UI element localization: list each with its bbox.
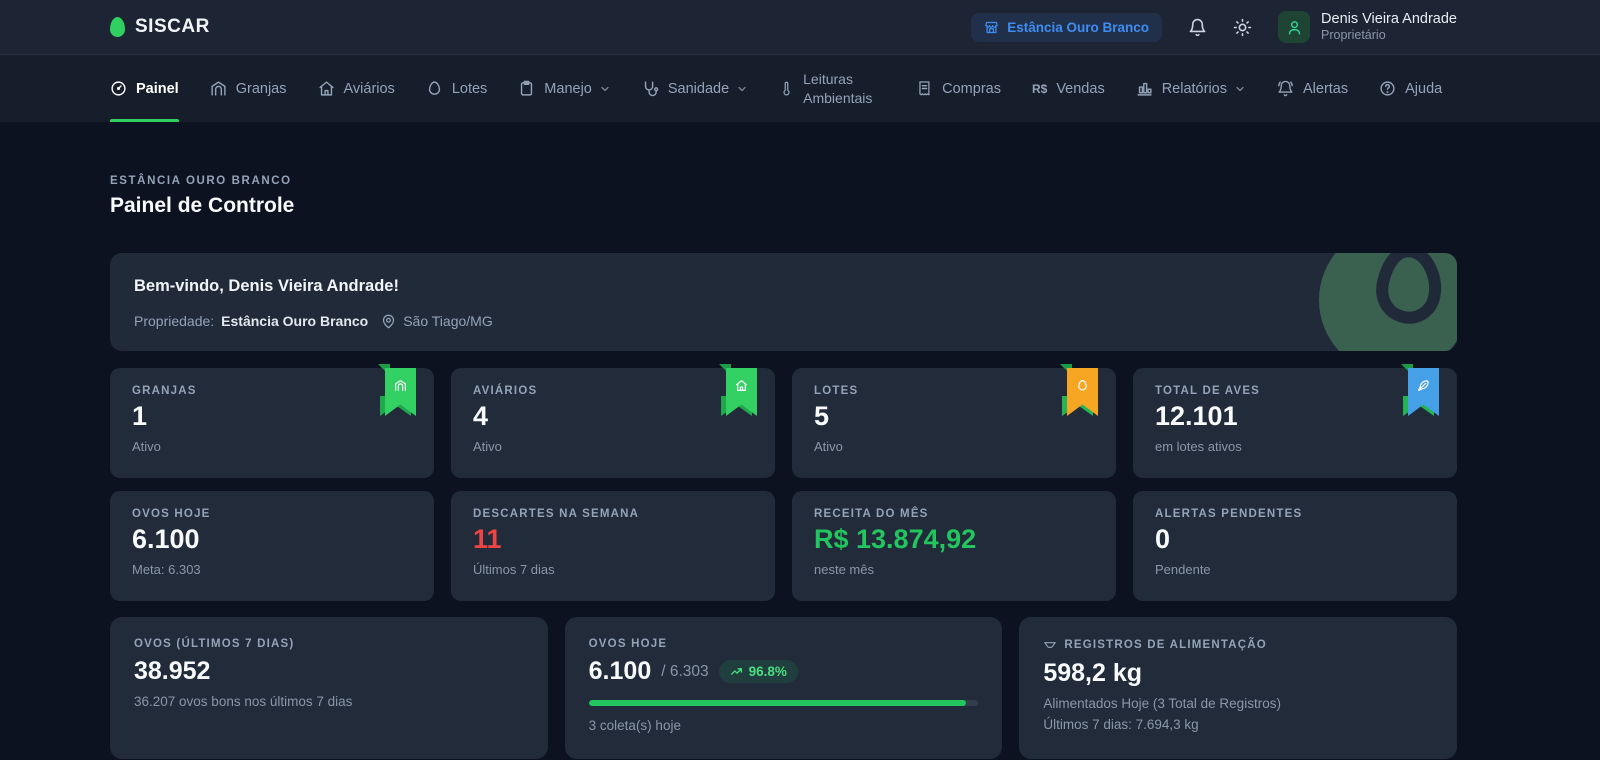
stat-card-descartes: DESCARTES NA SEMANA 11 Últimos 7 dias — [451, 491, 775, 601]
thermometer-icon — [779, 80, 794, 97]
coletas-text: 3 coleta(s) hoje — [588, 718, 681, 733]
welcome-greeting: Bem-vindo, Denis Vieira Andrade! — [134, 277, 399, 295]
stat-card-alertas-pendentes: ALERTAS PENDENTES 0 Pendente — [1133, 491, 1457, 601]
page-title: Painel de Controle — [110, 194, 295, 217]
clipboard-icon — [518, 80, 535, 97]
receipt-icon — [916, 80, 933, 97]
stats-row-1: GRANJAS 1 Ativo AVIÁRIOS 4 Ativo LOTES 5… — [110, 364, 1457, 478]
progress-bar — [588, 700, 979, 706]
help-circle-icon — [1379, 80, 1396, 97]
nav-item-ajuda[interactable]: Ajuda — [1379, 55, 1442, 122]
stat-card-lotes: LOTES 5 Ativo — [792, 364, 1116, 478]
nav-item-granjas[interactable]: Granjas — [210, 55, 287, 122]
summary-card-ovos-7-dias: OVOS (ÚLTIMOS 7 DIAS) 38.952 36.207 ovos… — [110, 617, 548, 759]
warehouse-icon — [210, 80, 227, 97]
feed-bowl-icon — [1043, 638, 1057, 652]
stat-card-aviarios: AVIÁRIOS 4 Ativo — [451, 364, 775, 478]
summary-card-ovos-hoje: OVOS HOJE 6.100 / 6.303 96.8% 3 coleta(s… — [564, 617, 1003, 759]
store-icon — [984, 20, 999, 35]
brand-name: SISCAR — [135, 16, 210, 37]
stat-card-ovos-hoje: OVOS HOJE 6.100 Meta: 6.303 — [110, 491, 434, 601]
egg-icon — [426, 80, 443, 97]
property-location: São Tiago/MG — [403, 313, 493, 329]
currency-rs-icon: R$ — [1031, 81, 1048, 96]
warehouse-icon — [385, 368, 416, 416]
stat-card-granjas: GRANJAS 1 Ativo — [110, 364, 434, 478]
farm-eyebrow: ESTÂNCIA OURO BRANCO — [110, 175, 292, 187]
chevron-down-icon — [599, 83, 611, 95]
trending-up-icon — [730, 665, 743, 678]
user-role: Proprietário — [1321, 28, 1386, 43]
map-pin-icon — [381, 314, 396, 329]
ribbon-badge — [378, 362, 416, 416]
stats-row-2: OVOS HOJE 6.100 Meta: 6.303 DESCARTES NA… — [110, 491, 1457, 601]
feather-icon — [1408, 368, 1439, 416]
stat-card-total-aves: TOTAL DE AVES 12.101 em lotes ativos — [1133, 364, 1457, 478]
egg-logo-icon — [110, 17, 125, 37]
main-nav: Painel Granjas Aviários Lotes Manejo San… — [0, 55, 1600, 122]
brand: SISCAR — [110, 16, 210, 38]
welcome-card: Bem-vindo, Denis Vieira Andrade! Proprie… — [110, 253, 1457, 351]
nav-item-sanidade[interactable]: Sanidade — [642, 55, 748, 122]
top-bar: SISCAR Estância Ouro Branco Denis Vieira… — [0, 0, 1600, 55]
nav-item-vendas[interactable]: R$ Vendas — [1032, 55, 1105, 122]
nav-item-painel[interactable]: Painel — [110, 55, 179, 122]
home-icon — [318, 80, 335, 97]
nav-item-alertas[interactable]: Alertas — [1277, 55, 1348, 122]
home-icon — [726, 368, 757, 416]
egg-icon — [1067, 368, 1098, 416]
nav-item-aviarios[interactable]: Aviários — [318, 55, 395, 122]
property-label: Propriedade: — [134, 313, 215, 329]
bar-chart-icon — [1136, 80, 1153, 97]
nav-item-leituras-ambientais[interactable]: Leituras Ambientais — [779, 55, 885, 122]
gauge-icon — [110, 80, 127, 97]
ribbon-badge — [1060, 362, 1098, 416]
eggs-today-value: 6.100 — [588, 657, 652, 685]
user-menu[interactable]: Denis Vieira Andrade Proprietário — [1278, 10, 1457, 44]
summary-card-alimentacao: REGISTROS DE ALIMENTAÇÃO 598,2 kg Alimen… — [1019, 617, 1457, 759]
chevron-down-icon — [736, 83, 748, 95]
nav-item-compras[interactable]: Compras — [916, 55, 1001, 122]
bell-ring-icon — [1277, 80, 1294, 97]
user-name: Denis Vieira Andrade — [1321, 11, 1457, 28]
avatar — [1278, 11, 1311, 43]
property-name: Estância Ouro Branco — [221, 313, 369, 329]
nav-item-manejo[interactable]: Manejo — [518, 55, 611, 122]
stat-card-receita: RECEITA DO MÊS R$ 13.874,92 neste mês — [792, 491, 1116, 601]
trend-badge: 96.8% — [718, 660, 798, 683]
theme-toggle-sun-icon[interactable] — [1233, 18, 1252, 37]
property-badge[interactable]: Estância Ouro Branco — [971, 12, 1163, 42]
ribbon-badge — [1401, 362, 1439, 416]
ribbon-badge — [719, 362, 757, 416]
nav-item-relatorios[interactable]: Relatórios — [1136, 55, 1246, 122]
chevron-down-icon — [1234, 83, 1246, 95]
nav-item-lotes[interactable]: Lotes — [426, 55, 487, 122]
stethoscope-icon — [642, 80, 659, 97]
summary-row: OVOS (ÚLTIMOS 7 DIAS) 38.952 36.207 ovos… — [110, 617, 1457, 759]
notifications-bell-icon[interactable] — [1188, 18, 1207, 37]
eggs-today-target: / 6.303 — [661, 662, 709, 680]
property-badge-label: Estância Ouro Branco — [1007, 19, 1150, 35]
egg-watermark-icon — [1319, 253, 1457, 351]
